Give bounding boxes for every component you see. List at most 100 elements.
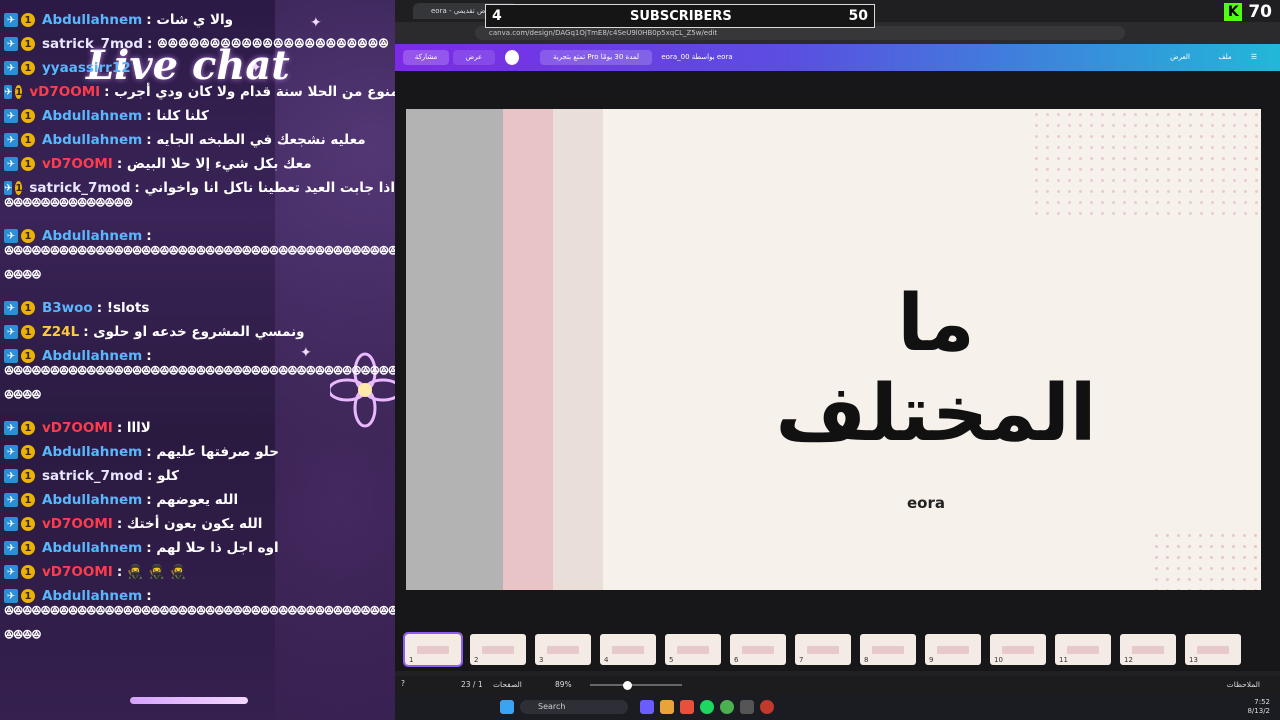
chat-message-continuation: ꔮꔮꔮꔮꔮꔮꔮꔮꔮꔮꔮꔮꔮꔮ: [4, 196, 133, 211]
chat-username[interactable]: satrick_7mod: [42, 468, 143, 484]
thumbnail-preview: [742, 646, 774, 654]
mod-badge-icon: ✈: [4, 181, 13, 195]
chat-message-text: : 🥷 🥷 🥷: [116, 564, 187, 580]
chat-username[interactable]: vD7OOMI: [42, 516, 113, 532]
slide-canvas[interactable]: ما المختلف eora: [406, 109, 1261, 590]
slide-thumbnail[interactable]: 4: [600, 634, 656, 665]
coin-badge-icon: 1: [21, 61, 35, 75]
slide-subtitle[interactable]: eora: [726, 494, 1126, 512]
kick-viewer-count: 70: [1248, 2, 1272, 22]
chat-username[interactable]: satrick_7mod: [42, 36, 143, 52]
present-button[interactable]: العرض: [1155, 50, 1205, 65]
slide-thumbnail[interactable]: 13: [1185, 634, 1241, 665]
zoom-slider-handle[interactable]: [623, 681, 632, 690]
pages-button[interactable]: الصفحات: [493, 680, 522, 689]
slide-thumbnail[interactable]: 3: [535, 634, 591, 665]
chat-username[interactable]: Abdullahnem: [42, 444, 142, 460]
zoom-slider[interactable]: [590, 684, 682, 686]
slide-thumbnail[interactable]: 9: [925, 634, 981, 665]
chat-username[interactable]: yyaassirr12: [42, 60, 131, 76]
chat-message-text: : كلنا كلنا: [146, 108, 209, 124]
taskbar-search[interactable]: Search: [520, 700, 628, 714]
hamburger-menu-icon[interactable]: ☰: [1247, 50, 1261, 65]
canvas-area: ما المختلف eora: [395, 71, 1280, 631]
coin-badge-icon: 1: [21, 445, 35, 459]
chrome-icon[interactable]: [720, 700, 734, 714]
coin-badge-icon: 1: [21, 349, 35, 363]
chat-message-text: : معك بكل شيء إلا حلا البيض: [116, 156, 312, 172]
kick-logo-icon: K: [1224, 3, 1243, 21]
windows-taskbar: Search 7:52 8/13/2: [395, 694, 1280, 720]
chat-message-text: : ꔮꔮꔮꔮꔮꔮꔮꔮꔮꔮꔮꔮꔮꔮꔮꔮꔮꔮꔮꔮꔮꔮ: [147, 36, 389, 52]
mod-badge-icon: ✈: [4, 301, 18, 315]
chat-username[interactable]: B3woo: [42, 300, 93, 316]
slide-stripe: [503, 109, 553, 590]
help-icon[interactable]: ?: [401, 679, 405, 688]
slide-thumbnail[interactable]: 5: [665, 634, 721, 665]
chat-scroll-indicator[interactable]: [130, 697, 248, 704]
avatar[interactable]: [505, 50, 519, 65]
obs-icon[interactable]: [760, 700, 774, 714]
chat-message: ✈ 1 Abdullahnem: اوه اجل ذا حلا لهم: [4, 537, 395, 559]
folder-icon[interactable]: [660, 700, 674, 714]
status-bar: ? 23 / 1 الصفحات 89% الملاحظات: [395, 676, 1280, 694]
coin-badge-icon: 1: [21, 469, 35, 483]
chat-message-continuation: ꔮꔮꔮꔮꔮꔮꔮꔮꔮꔮꔮꔮꔮꔮꔮꔮꔮꔮꔮꔮꔮꔮꔮꔮꔮꔮꔮꔮꔮꔮꔮꔮꔮꔮꔮꔮꔮꔮꔮꔮ…: [4, 244, 395, 259]
coin-badge-icon: 1: [21, 13, 35, 27]
zoom-level[interactable]: 89%: [555, 680, 572, 689]
chat-username[interactable]: Abdullahnem: [42, 540, 142, 556]
chat-message: ✈ 1 vD7OOMI: لاااا: [4, 417, 395, 439]
chat-username[interactable]: Abdullahnem: [42, 588, 142, 604]
coin-badge-icon: 1: [21, 109, 35, 123]
chat-username[interactable]: vD7OOMI: [29, 84, 100, 100]
slide-thumbnail[interactable]: 10: [990, 634, 1046, 665]
chat-username[interactable]: Abdullahnem: [42, 12, 142, 28]
share-button[interactable]: مشاركة: [403, 50, 449, 65]
chat-username[interactable]: Abdullahnem: [42, 492, 142, 508]
chat-username[interactable]: Abdullahnem: [42, 108, 142, 124]
spotify-icon[interactable]: [700, 700, 714, 714]
chat-message: ✈ 1 vD7OOMI: 🥷 🥷 🥷: [4, 561, 395, 583]
chat-username[interactable]: Abdullahnem: [42, 348, 142, 364]
chat-username[interactable]: vD7OOMI: [42, 564, 113, 580]
pro-trial-button[interactable]: تمتع بتجربة Pro لمدة 30 يومًا: [540, 50, 652, 65]
app-icon[interactable]: [740, 700, 754, 714]
notes-button[interactable]: الملاحظات: [1227, 680, 1260, 689]
thumbnail-number: 5: [669, 656, 674, 664]
thumbnail-number: 6: [734, 656, 739, 664]
slide-thumbnail[interactable]: 8: [860, 634, 916, 665]
slide-thumbnail[interactable]: 2: [470, 634, 526, 665]
thumbnail-number: 7: [799, 656, 804, 664]
view-button[interactable]: عرض: [453, 50, 495, 65]
chat-username[interactable]: Z24L: [42, 324, 79, 340]
discord-icon[interactable]: [640, 700, 654, 714]
chat-username[interactable]: vD7OOMI: [42, 156, 113, 172]
coin-badge-icon: 1: [21, 37, 35, 51]
project-name[interactable]: eora_00 بواسطة eora: [657, 50, 737, 65]
slide-thumbnail[interactable]: 12: [1120, 634, 1176, 665]
chat-username[interactable]: satrick_7mod: [29, 180, 130, 196]
mod-badge-icon: ✈: [4, 493, 18, 507]
coin-badge-icon: 1: [21, 229, 35, 243]
slide-thumbnail[interactable]: 1: [403, 632, 463, 667]
windows-start-icon[interactable]: [500, 700, 514, 714]
mod-badge-icon: ✈: [4, 133, 18, 147]
mod-badge-icon: ✈: [4, 589, 18, 603]
slide-thumbnail[interactable]: 11: [1055, 634, 1111, 665]
chat-message-text: : لاااا: [116, 420, 151, 436]
slide-title[interactable]: ما المختلف: [726, 279, 1146, 459]
file-menu[interactable]: ملف: [1210, 50, 1240, 65]
chat-message: ✈ 1 Z24L: ونمسي المشروع خدعه او حلوى: [4, 321, 395, 343]
slide-thumbnail[interactable]: 7: [795, 634, 851, 665]
url-input[interactable]: canva.com/design/DAGq1OjTmE8/c4SeU9l0HB0…: [475, 26, 1125, 40]
coin-badge-icon: 1: [21, 565, 35, 579]
brave-icon[interactable]: [680, 700, 694, 714]
chat-username[interactable]: Abdullahnem: [42, 228, 142, 244]
mod-badge-icon: ✈: [4, 421, 18, 435]
coin-badge-icon: 1: [21, 133, 35, 147]
chat-username[interactable]: vD7OOMI: [42, 420, 113, 436]
chat-username[interactable]: Abdullahnem: [42, 132, 142, 148]
slide-thumbnail[interactable]: 6: [730, 634, 786, 665]
thumbnail-number: 9: [929, 656, 934, 664]
thumbnail-preview: [612, 646, 644, 654]
